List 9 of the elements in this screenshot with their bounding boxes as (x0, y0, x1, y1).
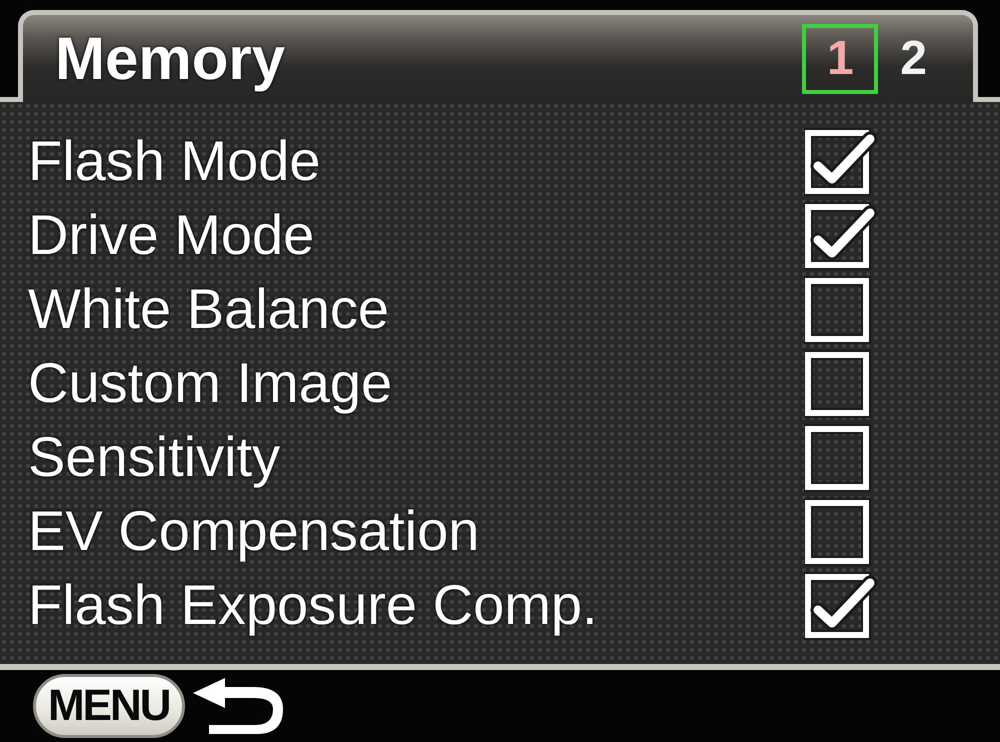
page-number[interactable]: 2 (894, 24, 933, 94)
menu-key-label: MENU (33, 674, 185, 738)
page-number[interactable]: 1 (802, 24, 878, 94)
setting-label: White Balance (28, 281, 390, 337)
checkbox[interactable] (804, 570, 878, 640)
checkbox[interactable] (804, 126, 878, 196)
checkbox[interactable] (804, 200, 878, 270)
setting-label: Drive Mode (28, 207, 314, 263)
setting-label: Flash Mode (28, 133, 321, 189)
